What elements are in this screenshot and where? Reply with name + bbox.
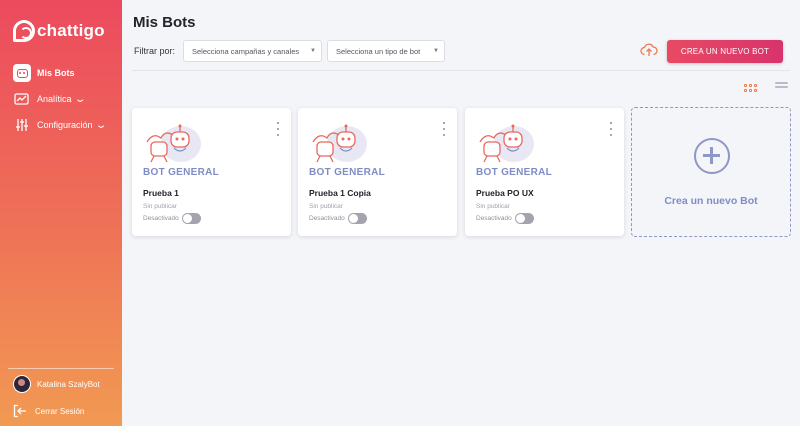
campaign-channel-select[interactable]: Selecciona campañas y canales ▼: [183, 40, 322, 62]
sidebar-item-configuracion[interactable]: Configuración ⌄: [0, 112, 122, 138]
bot-illustration: [141, 120, 201, 164]
grid-view-icon[interactable]: [744, 82, 758, 93]
filter-label: Filtrar por:: [134, 46, 176, 56]
bot-status: Sin publicar: [309, 203, 343, 210]
sidebar-item-label: Mis Bots: [37, 68, 75, 78]
sliders-icon: [13, 116, 31, 134]
analytics-icon: [13, 90, 31, 108]
bot-status: Sin publicar: [143, 203, 177, 210]
caret-down-icon: ▼: [433, 48, 439, 54]
bot-type: BOT GENERAL: [143, 167, 220, 178]
sidebar-item-mis-bots[interactable]: Mis Bots: [0, 60, 122, 86]
user-name: Katalina SzalyBot: [37, 379, 100, 389]
sidebar-item-label: Configuración: [37, 120, 93, 130]
bot-card[interactable]: BOT GENERAL Prueba 1 Sin publicar Desact…: [132, 108, 291, 236]
chattigo-logo-icon: [13, 20, 35, 42]
bot-name: Prueba 1 Copia: [309, 188, 371, 198]
toggle-label: Desactivado: [309, 215, 345, 222]
chevron-down-icon: ⌄: [94, 119, 108, 131]
chevron-down-icon: ⌄: [73, 93, 87, 105]
user-profile[interactable]: Katalina SzalyBot: [13, 375, 100, 393]
toggle-label: Desactivado: [476, 215, 512, 222]
activation-toggle[interactable]: [347, 213, 367, 224]
page-title: Mis Bots: [133, 14, 196, 31]
bot-illustration: [307, 120, 367, 164]
sidebar: chattigo Mis Bots Analítica ⌄ Configurac…: [0, 0, 122, 426]
bot-illustration: [474, 120, 534, 164]
logout-button[interactable]: Cerrar Sesión: [13, 404, 84, 418]
activation-row: Desactivado: [309, 213, 367, 224]
activation-toggle[interactable]: [514, 213, 534, 224]
avatar: [13, 375, 31, 393]
logout-icon: [13, 404, 27, 418]
logo-text: chattigo: [37, 21, 105, 40]
create-new-bot-card[interactable]: Crea un nuevo Bot: [631, 107, 791, 237]
select-value: Selecciona un tipo de bot: [336, 46, 421, 56]
bot-type: BOT GENERAL: [309, 167, 386, 178]
chattigo-logo[interactable]: chattigo: [13, 20, 105, 42]
create-new-bot-button[interactable]: CREA UN NUEVO BOT: [667, 40, 783, 63]
more-options-icon[interactable]: [608, 122, 614, 136]
sidebar-divider: [8, 368, 114, 369]
bot-icon: [13, 64, 31, 82]
bot-card[interactable]: BOT GENERAL Prueba PO UX Sin publicar De…: [465, 108, 624, 236]
sidebar-item-analitica[interactable]: Analítica ⌄: [0, 86, 122, 112]
logout-label: Cerrar Sesión: [35, 406, 85, 416]
bot-type-select[interactable]: Selecciona un tipo de bot ▼: [327, 40, 445, 62]
select-value: Selecciona campañas y canales: [192, 46, 300, 56]
plus-circle-icon: [694, 138, 730, 174]
bot-type: BOT GENERAL: [476, 167, 553, 178]
activation-row: Desactivado: [476, 213, 534, 224]
toggle-label: Desactivado: [143, 215, 179, 222]
sidebar-item-label: Analítica: [37, 94, 72, 104]
activation-toggle[interactable]: [181, 213, 201, 224]
more-options-icon[interactable]: [275, 122, 281, 136]
activation-row: Desactivado: [143, 213, 201, 224]
more-options-icon[interactable]: [441, 122, 447, 136]
sidebar-nav: Mis Bots Analítica ⌄ Configuración ⌄: [0, 60, 122, 138]
bot-status: Sin publicar: [476, 203, 510, 210]
list-view-icon[interactable]: [775, 82, 788, 93]
caret-down-icon: ▼: [310, 48, 316, 54]
create-new-bot-label: Crea un nuevo Bot: [664, 195, 758, 207]
main-content: Mis Bots Filtrar por: Selecciona campaña…: [122, 0, 800, 426]
header-divider: [132, 70, 790, 71]
bot-name: Prueba PO UX: [476, 188, 534, 198]
cloud-upload-icon[interactable]: [640, 41, 658, 59]
bot-card[interactable]: BOT GENERAL Prueba 1 Copia Sin publicar …: [298, 108, 457, 236]
bot-name: Prueba 1: [143, 188, 179, 198]
